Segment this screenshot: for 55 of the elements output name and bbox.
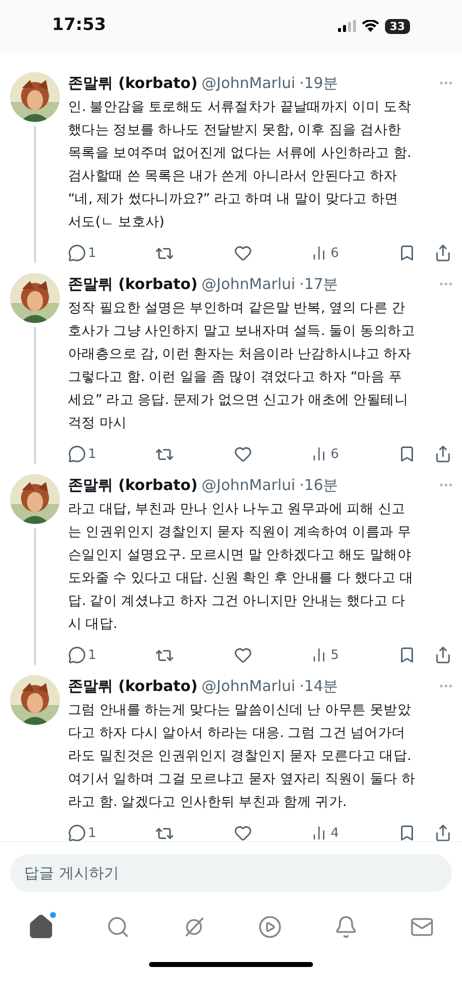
views-icon[interactable] [310,825,327,841]
views-icon[interactable] [310,647,327,664]
post-text: 그럼 안내를 하는게 맞다는 말씀이신데 난 아무튼 못받았 다고 하자 다시 알아서 하라는 대응. 그럼 그건 넘어가더 라도 밀친것은 인권위인지 경찰인지 묻자 모른다고 대답. 여기서 일하며 그걸 모르냐고 묻자 옆자리 직원이 둘다 하 라고 함. 알겠다고 인사한뒤 부친과 함께 귀가. [68,700,416,812]
author-handle[interactable]: @JohnMarlui [202,474,296,496]
play-icon [258,915,282,939]
reply-count: 1 [88,646,96,664]
author-name[interactable]: 존말뤼 (korbato) [68,675,198,698]
share-icon[interactable] [434,824,452,841]
nav-tab[interactable] [256,913,284,941]
post-time: ·19분 [299,73,338,94]
reply-count: 1 [88,446,96,464]
home-icon [28,914,54,940]
author-handle[interactable]: @JohnMarlui [202,675,296,698]
status-time: 17:53 [52,14,106,38]
author-handle[interactable]: @JohnMarlui [202,273,296,296]
author-name[interactable]: 존말뤼 (korbato) [68,72,198,94]
reply-icon[interactable] [68,244,86,262]
author-name[interactable]: 존말뤼 (korbato) [68,273,198,296]
author-handle[interactable]: @JohnMarlui [202,72,296,94]
view-count: 6 [330,244,339,262]
reply-icon[interactable] [68,824,86,841]
like-icon[interactable] [234,824,252,841]
wifi-icon [362,20,379,32]
post-time: ·16분 [299,475,338,496]
signal-icon [338,20,356,32]
bookmark-icon[interactable] [398,244,416,262]
mail-icon [410,915,434,939]
reply-icon[interactable] [68,445,86,464]
bookmark-icon[interactable] [398,445,416,464]
post-text: 인. 불안감을 토로해도 서류절차가 끝날때까지 이미 도착 했다는 정보를 하나도 전달받지 못함, 이후 짐을 검사한 목록을 보여주며 없어진게 없다는 서류에 사인하라고 함. 검사할때 쓴 목록은 내가 쓴게 아니라서 안된다고 하자 “네, 제가 썼다니까요?” 라고 하며 내 말이 맞다고 하면 서도(ㄴ 보호사) [68,98,412,232]
share-icon[interactable] [434,445,452,464]
bookmark-icon[interactable] [398,824,416,841]
post-time: ·17분 [299,274,338,295]
like-icon[interactable] [234,445,252,464]
bell-icon [334,915,358,939]
battery-level: 33 [384,18,410,34]
post-time: ·14분 [299,676,338,697]
post-text: 라고 대답, 부친과 만나 인사 나누고 원무과에 피해 신고 는 인권위인지 경찰인지 묻자 직원이 계속하여 이름과 무 슨일인지 설명요구. 모르시면 말 안하겠다고 해도 말해야 도와줄 수 있다고 대답. 신원 확인 후 안내를 다 했다고 대 답. 같이 계셨냐고 하자 그건 아니지만 안내는 했다고 다 시 대답. [68,500,414,634]
share-icon[interactable] [434,646,452,664]
like-icon[interactable] [234,244,252,262]
search-icon [106,915,130,939]
view-count: 6 [330,446,339,464]
bookmark-icon[interactable] [398,646,416,664]
view-count: 4 [330,824,339,841]
author-name[interactable]: 존말뤼 (korbato) [68,474,198,496]
reply-count: 1 [88,244,96,262]
views-icon[interactable] [310,446,327,462]
reply-icon[interactable] [68,646,86,664]
share-icon[interactable] [434,244,452,262]
reply-field[interactable]: 답글 게시하기 [10,854,452,892]
reply-count: 1 [88,824,96,841]
view-count: 5 [330,646,339,664]
like-icon[interactable] [234,646,252,664]
views-icon[interactable] [310,245,327,262]
post-text: 정작 필요한 설명은 부인하며 같은말 반복, 옆의 다른 간 호사가 그냥 사인하지 말고 보내자며 설득. 둘이 동의하고 아래층으로 감, 이런 환자는 처음이라 난감하시냐고 하자 그렇다고 함. 이런 일을 좀 많이 겪었다고 하자 “마음 푸 세요” 라고 응답. 문제가 없으면 신고가 애초에 안될테니 걱정 마시 [68,298,416,432]
